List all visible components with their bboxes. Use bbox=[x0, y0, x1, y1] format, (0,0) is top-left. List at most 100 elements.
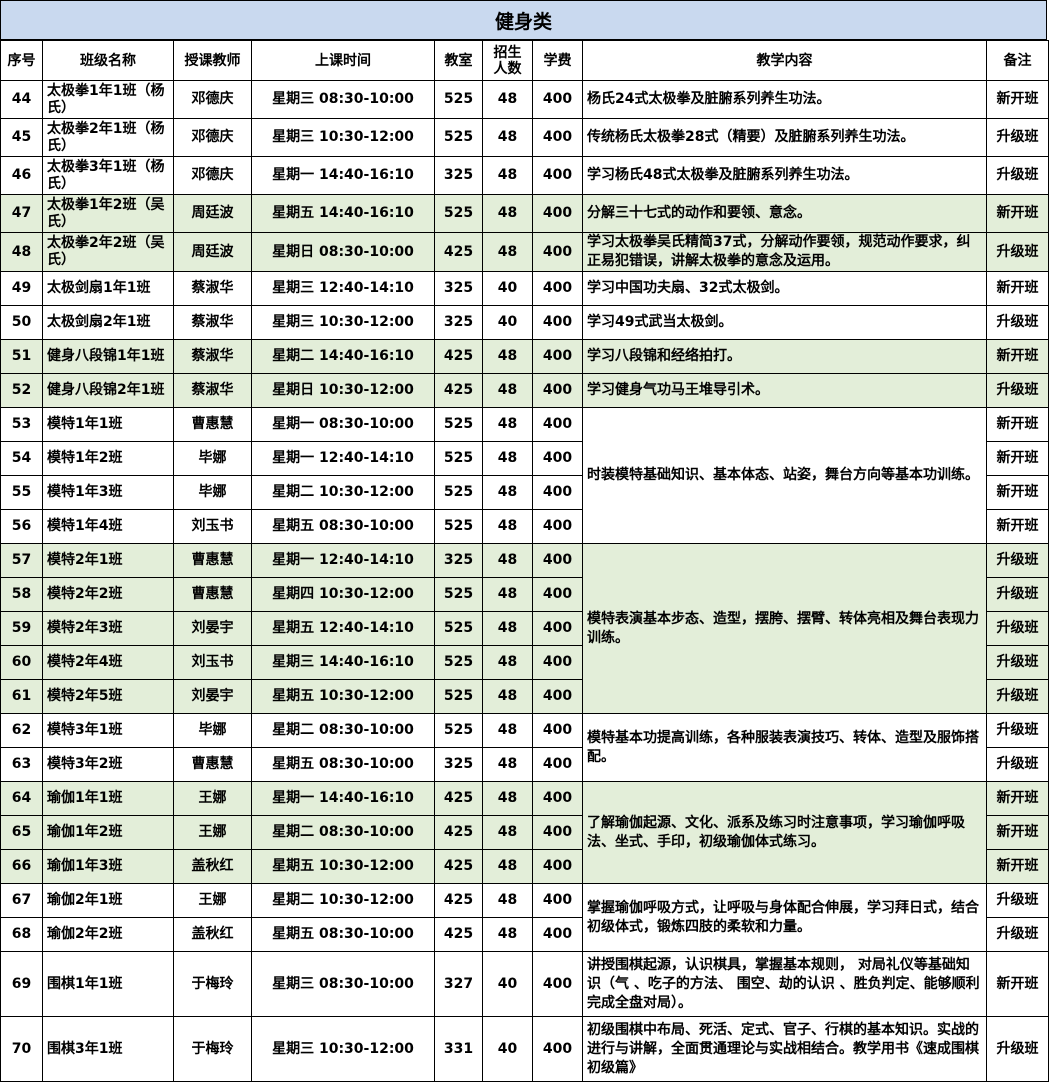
classroom: 325 bbox=[434, 747, 483, 782]
tuition: 400 bbox=[532, 645, 583, 680]
course-content: 讲授围棋起源，认识棋具，掌握基本规则， 对局礼仪等基础知识（气 、吃子的方法、 … bbox=[582, 951, 987, 1017]
course-content: 传统杨氏太极拳28式（精要）及脏腑系列养生功法。 bbox=[582, 118, 987, 157]
tuition: 400 bbox=[532, 611, 583, 646]
table-row: 46 太极拳3年1班（杨氏） 邓德庆 星期一 14:40-16:10 325 48 400 学… bbox=[0, 156, 1049, 195]
class-status: 新开班 bbox=[986, 339, 1049, 374]
enrollment: 48 bbox=[482, 441, 533, 476]
class-status: 升级班 bbox=[986, 118, 1049, 157]
class-status: 新开班 bbox=[986, 951, 1049, 1017]
header-row: 序号 班级名称 授课教师 上课时间 教室 招生人数 学费 教学内容 备注 bbox=[0, 40, 1049, 81]
course-content: 学习八段锦和经络拍打。 bbox=[582, 339, 987, 374]
classroom: 425 bbox=[434, 815, 483, 850]
row-number: 48 bbox=[0, 232, 43, 272]
class-time: 星期三 12:40-14:10 bbox=[251, 271, 435, 306]
table-row: 48 太极拳2年2班（吴氏） 周廷波 星期日 08:30-10:00 425 48 400 学… bbox=[0, 232, 1049, 272]
class-time: 星期一 12:40-14:10 bbox=[251, 441, 435, 476]
tuition: 400 bbox=[532, 194, 583, 233]
class-status: 升级班 bbox=[986, 373, 1049, 408]
row-number: 51 bbox=[0, 339, 43, 374]
class-name: 太极剑扇2年1班 bbox=[42, 305, 174, 340]
class-time: 星期一 14:40-16:10 bbox=[251, 781, 435, 816]
class-time: 星期三 08:30-10:00 bbox=[251, 951, 435, 1017]
class-name: 模特1年2班 bbox=[42, 441, 174, 476]
enrollment: 48 bbox=[482, 118, 533, 157]
teacher-name: 蔡淑华 bbox=[173, 271, 252, 306]
teacher-name: 王娜 bbox=[173, 815, 252, 850]
enrollment: 48 bbox=[482, 747, 533, 782]
teacher-name: 蔡淑华 bbox=[173, 305, 252, 340]
classroom: 525 bbox=[434, 80, 483, 119]
enrollment: 40 bbox=[482, 1016, 533, 1082]
table-row: 51 健身八段锦1年1班 蔡淑华 星期二 14:40-16:10 425 48 400 学习八… bbox=[0, 339, 1049, 374]
class-status: 升级班 bbox=[986, 611, 1049, 646]
teacher-name: 王娜 bbox=[173, 883, 252, 918]
teacher-name: 曹惠慧 bbox=[173, 543, 252, 578]
header-no: 序号 bbox=[0, 40, 43, 81]
teacher-name: 于梅玲 bbox=[173, 1016, 252, 1082]
row-number: 55 bbox=[0, 475, 43, 510]
course-table: 序号 班级名称 授课教师 上课时间 教室 招生人数 学费 教学内容 备注 44 太… bbox=[0, 40, 1049, 1082]
row-number: 69 bbox=[0, 951, 43, 1017]
row-number: 54 bbox=[0, 441, 43, 476]
class-status: 新开班 bbox=[986, 781, 1049, 816]
classroom: 425 bbox=[434, 917, 483, 952]
enrollment: 48 bbox=[482, 80, 533, 119]
tuition: 400 bbox=[532, 679, 583, 714]
row-number: 65 bbox=[0, 815, 43, 850]
classroom: 525 bbox=[434, 577, 483, 612]
class-time: 星期二 08:30-10:00 bbox=[251, 815, 435, 850]
course-content: 掌握瑜伽呼吸方式，让呼吸与身体配合伸展，学习拜日式，结合初级体式，锻炼四肢的柔软… bbox=[582, 883, 987, 952]
enrollment: 48 bbox=[482, 373, 533, 408]
tuition: 400 bbox=[532, 407, 583, 442]
tuition: 400 bbox=[532, 156, 583, 195]
class-name: 健身八段锦1年1班 bbox=[42, 339, 174, 374]
course-content: 初级围棋中布局、死活、定式、官子、行棋的基本知识。实战的进行与讲解，全面贯通理论… bbox=[582, 1016, 987, 1082]
class-status: 新开班 bbox=[986, 80, 1049, 119]
class-time: 星期一 08:30-10:00 bbox=[251, 407, 435, 442]
class-name: 太极拳1年2班（吴氏） bbox=[42, 194, 174, 233]
classroom: 325 bbox=[434, 156, 483, 195]
table-row: 57 模特2年1班 曹惠慧 星期一 12:40-14:10 325 48 400 模特表演基本… bbox=[0, 543, 1049, 714]
class-time: 星期日 10:30-12:00 bbox=[251, 373, 435, 408]
course-content: 模特表演基本步态、造型，摆胯、摆臂、转体亮相及舞台表现力训练。 bbox=[582, 543, 987, 714]
class-name: 模特2年1班 bbox=[42, 543, 174, 578]
course-content: 分解三十七式的动作和要领、意念。 bbox=[582, 194, 987, 233]
classroom: 525 bbox=[434, 407, 483, 442]
classroom: 525 bbox=[434, 645, 483, 680]
class-time: 星期一 14:40-16:10 bbox=[251, 156, 435, 195]
enrollment: 48 bbox=[482, 781, 533, 816]
row-number: 57 bbox=[0, 543, 43, 578]
class-status: 新开班 bbox=[986, 475, 1049, 510]
classroom: 525 bbox=[434, 475, 483, 510]
course-content: 杨氏24式太极拳及脏腑系列养生功法。 bbox=[582, 80, 987, 119]
table-row: 64 瑜伽1年1班 王娜 星期一 14:40-16:10 425 48 400 了解瑜伽起源、… bbox=[0, 781, 1049, 884]
row-number: 46 bbox=[0, 156, 43, 195]
course-content: 学习太极拳吴氏精简37式，分解动作要领，规范动作要求，纠正易犯错误，讲解太极拳的… bbox=[582, 232, 987, 272]
class-time: 星期三 10:30-12:00 bbox=[251, 1016, 435, 1082]
teacher-name: 曹惠慧 bbox=[173, 747, 252, 782]
table-row: 44 太极拳1年1班（杨氏） 邓德庆 星期三 08:30-10:00 525 48 400 杨… bbox=[0, 80, 1049, 119]
class-name: 太极剑扇1年1班 bbox=[42, 271, 174, 306]
class-status: 新开班 bbox=[986, 194, 1049, 233]
class-time: 星期三 14:40-16:10 bbox=[251, 645, 435, 680]
class-status: 升级班 bbox=[986, 883, 1049, 918]
class-status: 升级班 bbox=[986, 917, 1049, 952]
enrollment: 48 bbox=[482, 645, 533, 680]
teacher-name: 蔡淑华 bbox=[173, 373, 252, 408]
row-number: 52 bbox=[0, 373, 43, 408]
teacher-name: 曹惠慧 bbox=[173, 407, 252, 442]
teacher-name: 盖秋红 bbox=[173, 917, 252, 952]
course-content: 学习健身气功马王堆导引术。 bbox=[582, 373, 987, 408]
enrollment: 48 bbox=[482, 156, 533, 195]
teacher-name: 毕娜 bbox=[173, 475, 252, 510]
class-name: 瑜伽1年2班 bbox=[42, 815, 174, 850]
tuition: 400 bbox=[532, 543, 583, 578]
class-time: 星期三 10:30-12:00 bbox=[251, 305, 435, 340]
table-row: 67 瑜伽2年1班 王娜 星期二 10:30-12:00 425 48 400 掌握瑜伽呼吸方… bbox=[0, 883, 1049, 952]
tuition: 400 bbox=[532, 951, 583, 1017]
teacher-name: 邓德庆 bbox=[173, 156, 252, 195]
class-name: 模特3年1班 bbox=[42, 713, 174, 748]
tuition: 400 bbox=[532, 80, 583, 119]
classroom: 425 bbox=[434, 339, 483, 374]
enrollment: 48 bbox=[482, 611, 533, 646]
